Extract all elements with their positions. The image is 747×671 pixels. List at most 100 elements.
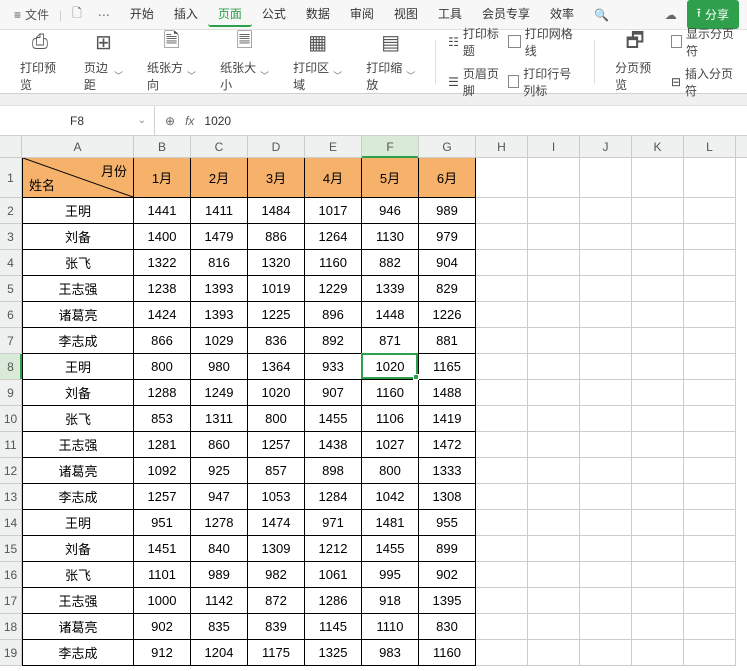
data-cell-r14-cG[interactable]: 955	[419, 510, 476, 536]
cell-empty[interactable]	[684, 328, 736, 354]
data-cell-r17-cF[interactable]: 918	[362, 588, 419, 614]
data-cell-r15-cC[interactable]: 840	[191, 536, 248, 562]
data-cell-r15-cG[interactable]: 899	[419, 536, 476, 562]
page-break-preview-button[interactable]: 🗗 分页预览	[607, 31, 663, 93]
cell-empty[interactable]	[580, 250, 632, 276]
data-cell-r7-cB[interactable]: 866	[134, 328, 191, 354]
data-cell-r3-cC[interactable]: 1479	[191, 224, 248, 250]
insert-break-button[interactable]: ⊟ 插入分页符	[671, 65, 735, 99]
orientation-button[interactable]: 🗎 纸张方向﹀	[139, 31, 204, 93]
cell-empty[interactable]	[528, 250, 580, 276]
data-cell-r16-cG[interactable]: 902	[419, 562, 476, 588]
lens-icon[interactable]: ⊕	[165, 114, 175, 128]
cell-empty[interactable]	[476, 250, 528, 276]
data-cell-r6-cG[interactable]: 1226	[419, 302, 476, 328]
data-cell-r6-cC[interactable]: 1393	[191, 302, 248, 328]
data-cell-r3-cD[interactable]: 886	[248, 224, 305, 250]
data-cell-r10-cC[interactable]: 1311	[191, 406, 248, 432]
select-all-corner[interactable]	[0, 136, 22, 157]
cell-empty[interactable]	[476, 158, 528, 198]
cell-empty[interactable]	[528, 484, 580, 510]
data-cell-r9-cG[interactable]: 1488	[419, 380, 476, 406]
cell-empty[interactable]	[476, 432, 528, 458]
data-cell-r17-cG[interactable]: 1395	[419, 588, 476, 614]
data-cell-r3-cG[interactable]: 979	[419, 224, 476, 250]
margins-button[interactable]: ⊞ 页边距﹀	[76, 31, 131, 93]
data-cell-r11-cC[interactable]: 860	[191, 432, 248, 458]
cell-empty[interactable]	[580, 614, 632, 640]
column-header-I[interactable]: I	[528, 136, 580, 157]
data-cell-r12-cC[interactable]: 925	[191, 458, 248, 484]
cell-empty[interactable]	[632, 380, 684, 406]
data-cell-r15-cF[interactable]: 1455	[362, 536, 419, 562]
column-header-E[interactable]: E	[305, 136, 362, 157]
data-cell-r8-cG[interactable]: 1165	[419, 354, 476, 380]
cell-empty[interactable]	[476, 484, 528, 510]
data-cell-r14-cC[interactable]: 1278	[191, 510, 248, 536]
name-cell-r16[interactable]: 张飞	[22, 562, 134, 588]
column-header-J[interactable]: J	[580, 136, 632, 157]
name-cell-r12[interactable]: 诸葛亮	[22, 458, 134, 484]
data-cell-r6-cF[interactable]: 1448	[362, 302, 419, 328]
data-cell-r2-cB[interactable]: 1441	[134, 198, 191, 224]
cell-empty[interactable]	[528, 640, 580, 666]
cell-empty[interactable]	[476, 536, 528, 562]
data-cell-r19-cB[interactable]: 912	[134, 640, 191, 666]
data-cell-r2-cC[interactable]: 1411	[191, 198, 248, 224]
cell-empty[interactable]	[580, 406, 632, 432]
cell-empty[interactable]	[684, 432, 736, 458]
cells-area[interactable]: 月份姓名1月2月3月4月5月6月王明1441141114841017946989…	[22, 158, 736, 666]
cell-empty[interactable]	[476, 406, 528, 432]
data-cell-r5-cF[interactable]: 1339	[362, 276, 419, 302]
name-cell-r6[interactable]: 诸葛亮	[22, 302, 134, 328]
name-box[interactable]: F8 ⌄	[0, 106, 155, 135]
month-header-3[interactable]: 4月	[305, 158, 362, 198]
menu-file[interactable]: ≡ 文件	[8, 6, 55, 23]
header-corner-cell[interactable]: 月份姓名	[22, 158, 134, 198]
cell-empty[interactable]	[632, 562, 684, 588]
menu-tab-1[interactable]: 插入	[164, 2, 208, 27]
data-cell-r19-cE[interactable]: 1325	[305, 640, 362, 666]
column-header-F[interactable]: F	[362, 136, 419, 157]
cell-empty[interactable]	[580, 536, 632, 562]
data-cell-r4-cB[interactable]: 1322	[134, 250, 191, 276]
cell-empty[interactable]	[684, 380, 736, 406]
name-cell-r15[interactable]: 刘备	[22, 536, 134, 562]
cell-empty[interactable]	[528, 510, 580, 536]
cell-empty[interactable]	[632, 158, 684, 198]
cell-empty[interactable]	[632, 640, 684, 666]
data-cell-r17-cE[interactable]: 1286	[305, 588, 362, 614]
column-header-H[interactable]: H	[476, 136, 528, 157]
cell-empty[interactable]	[476, 224, 528, 250]
cell-empty[interactable]	[632, 198, 684, 224]
menu-tab-7[interactable]: 工具	[428, 2, 472, 27]
cell-empty[interactable]	[580, 588, 632, 614]
menu-tab-5[interactable]: 审阅	[340, 2, 384, 27]
data-cell-r18-cC[interactable]: 835	[191, 614, 248, 640]
cell-empty[interactable]	[528, 302, 580, 328]
data-cell-r15-cD[interactable]: 1309	[248, 536, 305, 562]
month-header-2[interactable]: 3月	[248, 158, 305, 198]
cell-empty[interactable]	[632, 406, 684, 432]
data-cell-r10-cD[interactable]: 800	[248, 406, 305, 432]
search-icon[interactable]: 🔍	[588, 8, 615, 22]
row-header-11[interactable]: 11	[0, 432, 22, 458]
name-cell-r7[interactable]: 李志成	[22, 328, 134, 354]
more-icon[interactable]: ⋯	[92, 8, 116, 22]
data-cell-r14-cD[interactable]: 1474	[248, 510, 305, 536]
cell-empty[interactable]	[632, 484, 684, 510]
name-cell-r5[interactable]: 王志强	[22, 276, 134, 302]
cell-empty[interactable]	[580, 510, 632, 536]
data-cell-r8-cD[interactable]: 1364	[248, 354, 305, 380]
cell-empty[interactable]	[632, 328, 684, 354]
cell-empty[interactable]	[684, 198, 736, 224]
cell-empty[interactable]	[528, 380, 580, 406]
cell-empty[interactable]	[476, 562, 528, 588]
cell-empty[interactable]	[580, 640, 632, 666]
data-cell-r9-cB[interactable]: 1288	[134, 380, 191, 406]
row-header-4[interactable]: 4	[0, 250, 22, 276]
cell-empty[interactable]	[684, 510, 736, 536]
menu-tab-6[interactable]: 视图	[384, 2, 428, 27]
data-cell-r18-cE[interactable]: 1145	[305, 614, 362, 640]
cell-empty[interactable]	[476, 302, 528, 328]
